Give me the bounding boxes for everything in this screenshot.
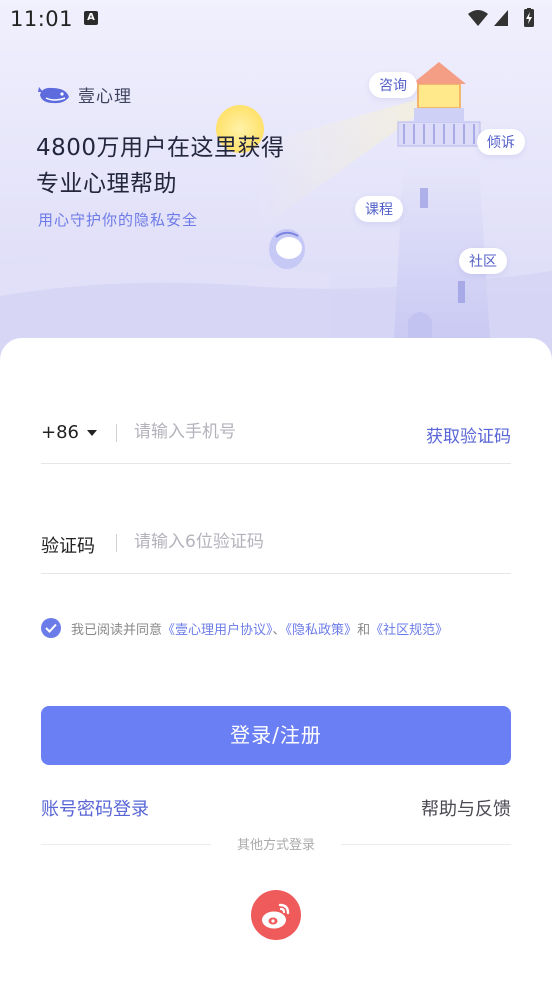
country-code: +86 [41,422,79,443]
country-code-selector[interactable]: +86 [41,422,97,443]
phone-input[interactable] [134,422,384,442]
get-code-button[interactable]: 获取验证码 [426,422,511,447]
other-login-divider: 其他方式登录 [41,834,511,854]
login-card: +86 获取验证码 验证码 我已阅读并同意《壹心理用户协议》、《隐私政策》和《社… [0,338,552,983]
password-login-link[interactable]: 账号密码登录 [41,795,149,821]
code-label: 验证码 [41,536,95,557]
code-input[interactable] [134,532,384,552]
weibo-login-button[interactable] [251,890,301,940]
field-separator [116,424,117,442]
weibo-icon [262,903,290,929]
headline-line-1: 4800万用户在这里获得 [36,135,285,161]
hero-banner: 11:01 A 壹心理 4800万用户在这里获得 专业心理帮助 用心守护你的隐私… [0,0,552,380]
privacy-policy-link[interactable]: 《隐私政策》 [286,623,358,638]
help-feedback-link[interactable]: 帮助与反馈 [421,795,511,821]
agreement-separator: 、 [272,622,286,638]
tag-community: 社区 [459,248,507,274]
brand-name: 壹心理 [78,86,132,107]
login-register-button[interactable]: 登录/注册 [41,706,511,765]
agreement-prefix: 我已阅读并同意 [71,622,163,638]
status-icons [468,8,534,27]
field-separator [116,534,117,552]
notification-icon: A [84,11,98,25]
agreement-checkbox[interactable] [41,618,61,638]
status-bar: 11:01 A [0,0,552,36]
tag-course: 课程 [355,196,403,222]
signal-icon [494,10,508,26]
tag-consult: 咨询 [369,72,417,98]
agreement-and: 和 [357,622,371,638]
divider-line-right [341,844,511,845]
agreement-text: 我已阅读并同意《壹心理用户协议》、《隐私政策》和《社区规范》 [71,619,448,638]
headline-line-2: 专业心理帮助 [36,171,177,197]
agreement-row: 我已阅读并同意《壹心理用户协议》、《隐私政策》和《社区规范》 [41,617,448,639]
phone-row: +86 获取验证码 [41,414,511,464]
community-rules-link[interactable]: 《社区规范》 [370,623,448,638]
hero-headline: 4800万用户在这里获得 专业心理帮助 [36,130,285,202]
check-icon [45,623,57,633]
brand-logo: 壹心理 [38,80,132,108]
hero-subtitle: 用心守护你的隐私安全 [38,211,199,229]
wifi-icon [468,10,488,26]
tag-talk: 倾诉 [477,129,525,155]
user-agreement-link[interactable]: 《壹心理用户协议》 [162,623,273,638]
code-row: 验证码 [41,524,511,574]
status-time: 11:01 [10,7,74,31]
whale-logo-icon [38,87,69,104]
caret-down-icon [87,429,97,436]
